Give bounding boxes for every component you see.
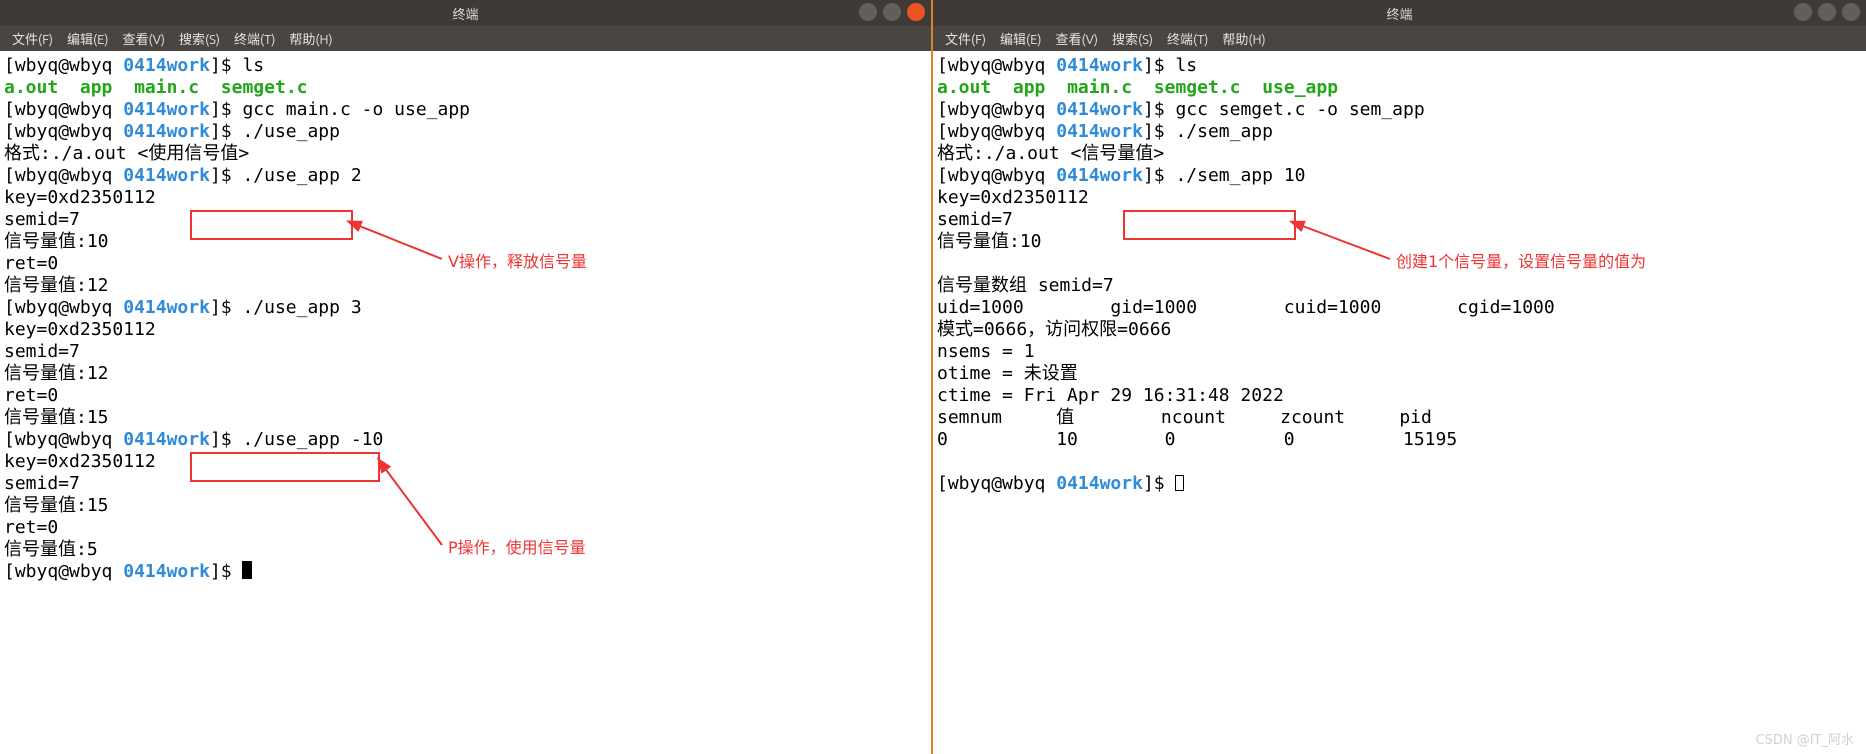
close-button[interactable] [907,3,925,21]
terminal-line: otime = 未设置 [937,363,1862,385]
terminal-line: semid=7 [4,209,927,231]
titlebar[interactable]: 终端 [0,0,931,26]
terminal-line: uid=1000 gid=1000 cuid=1000 cgid=1000 [937,297,1862,319]
menu-item[interactable]: 文件(F) [6,27,59,50]
terminal-line: 0 10 0 0 15195 [937,429,1862,451]
terminal-line[interactable]: [wbyq@wbyq 0414work]$ ./use_app [4,121,927,143]
terminal-line: 格式:./a.out <信号量值> [937,143,1862,165]
terminal-line: semid=7 [937,209,1862,231]
menubar: 文件(F)编辑(E)查看(V)搜索(S)终端(T)帮助(H) [933,26,1866,51]
window-title: 终端 [452,4,478,23]
terminal-line [937,253,1862,275]
terminal-body[interactable]: [wbyq@wbyq 0414work]$ lsa.out app main.c… [933,51,1866,754]
close-button[interactable] [1842,3,1860,21]
minimize-button[interactable] [859,3,877,21]
terminal-line: ret=0 [4,385,927,407]
terminal-line[interactable]: [wbyq@wbyq 0414work]$ ./use_app 3 [4,297,927,319]
menu-item[interactable]: 终端(T) [228,27,281,50]
menu-item[interactable]: 编辑(E) [994,27,1047,50]
terminal-line: a.out app main.c semget.c use_app [937,77,1862,99]
titlebar[interactable]: 终端 [933,0,1866,26]
window-title: 终端 [1386,4,1412,23]
terminal-line[interactable]: [wbyq@wbyq 0414work]$ ls [4,55,927,77]
terminal-line: 信号量值:5 [4,539,927,561]
terminal-line: ret=0 [4,517,927,539]
terminal-line: semid=7 [4,341,927,363]
maximize-button[interactable] [1818,3,1836,21]
terminal-line[interactable]: [wbyq@wbyq 0414work]$ [937,473,1862,495]
terminal-line: ctime = Fri Apr 29 16:31:48 2022 [937,385,1862,407]
terminal-line[interactable]: [wbyq@wbyq 0414work]$ ./use_app -10 [4,429,927,451]
terminal-window-left: 终端文件(F)编辑(E)查看(V)搜索(S)终端(T)帮助(H)[wbyq@wb… [0,0,933,754]
terminal-line [937,451,1862,473]
terminal-line: 信号量数组 semid=7 [937,275,1862,297]
terminal-line: nsems = 1 [937,341,1862,363]
maximize-button[interactable] [883,3,901,21]
terminal-line: 模式=0666，访问权限=0666 [937,319,1862,341]
menu-item[interactable]: 搜索(S) [1106,27,1159,50]
terminal-line: key=0xd2350112 [937,187,1862,209]
terminal-line: key=0xd2350112 [4,319,927,341]
terminal-line[interactable]: [wbyq@wbyq 0414work]$ [4,561,927,583]
terminal-line[interactable]: [wbyq@wbyq 0414work]$ ./sem_app [937,121,1862,143]
menu-item[interactable]: 查看(V) [1050,27,1104,50]
terminal-line: 信号量值:12 [4,275,927,297]
terminal-line: a.out app main.c semget.c [4,77,927,99]
terminal-line: 信号量值:10 [4,231,927,253]
terminal-line: key=0xd2350112 [4,451,927,473]
menu-item[interactable]: 帮助(H) [283,27,338,50]
menu-item[interactable]: 查看(V) [117,27,171,50]
menu-item[interactable]: 文件(F) [939,27,992,50]
minimize-button[interactable] [1794,3,1812,21]
terminal-line: key=0xd2350112 [4,187,927,209]
terminal-line[interactable]: [wbyq@wbyq 0414work]$ ./sem_app 10 [937,165,1862,187]
terminal-line: 信号量值:12 [4,363,927,385]
menu-item[interactable]: 终端(T) [1161,27,1214,50]
menu-item[interactable]: 帮助(H) [1216,27,1271,50]
terminal-window-right: 终端文件(F)编辑(E)查看(V)搜索(S)终端(T)帮助(H)[wbyq@wb… [933,0,1866,754]
terminal-line[interactable]: [wbyq@wbyq 0414work]$ ls [937,55,1862,77]
terminal-line[interactable]: [wbyq@wbyq 0414work]$ gcc semget.c -o se… [937,99,1862,121]
menu-item[interactable]: 搜索(S) [173,27,226,50]
menu-item[interactable]: 编辑(E) [61,27,114,50]
terminal-line[interactable]: [wbyq@wbyq 0414work]$ gcc main.c -o use_… [4,99,927,121]
terminal-body[interactable]: [wbyq@wbyq 0414work]$ lsa.out app main.c… [0,51,931,754]
terminal-line: ret=0 [4,253,927,275]
menubar: 文件(F)编辑(E)查看(V)搜索(S)终端(T)帮助(H) [0,26,931,51]
terminal-line: 信号量值:15 [4,407,927,429]
terminal-line: semid=7 [4,473,927,495]
terminal-line: 格式:./a.out <使用信号值> [4,143,927,165]
terminal-line[interactable]: [wbyq@wbyq 0414work]$ ./use_app 2 [4,165,927,187]
terminal-line: 信号量值:15 [4,495,927,517]
terminal-line: semnum 值 ncount zcount pid [937,407,1862,429]
terminal-line: 信号量值:10 [937,231,1862,253]
watermark: CSDN @IT_阿水 [1756,729,1854,748]
